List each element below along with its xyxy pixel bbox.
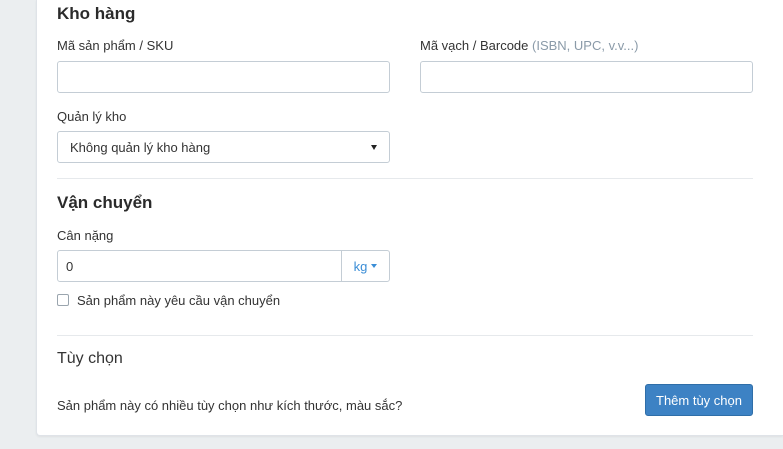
weight-input-group: kg bbox=[57, 250, 390, 282]
sku-label: Mã sản phẩm / SKU bbox=[57, 38, 174, 53]
barcode-label: Mã vạch / Barcode (ISBN, UPC, v.v...) bbox=[420, 38, 638, 53]
section-divider bbox=[57, 178, 753, 179]
weight-label: Cân nặng bbox=[57, 228, 114, 243]
requires-shipping-label[interactable]: Sản phẩm này yêu cầu vận chuyển bbox=[77, 293, 280, 308]
inventory-management-select[interactable]: Không quản lý kho hàng bbox=[57, 131, 390, 163]
product-form-panel: Kho hàng Mã sản phẩm / SKU Mã vạch / Bar… bbox=[36, 0, 783, 436]
requires-shipping-checkbox[interactable] bbox=[57, 294, 69, 306]
inventory-management-value: Không quản lý kho hàng bbox=[70, 139, 211, 155]
sku-input[interactable] bbox=[57, 61, 390, 93]
barcode-hint: (ISBN, UPC, v.v...) bbox=[532, 38, 639, 53]
barcode-label-text: Mã vạch / Barcode bbox=[420, 38, 529, 53]
options-section-title: Tùy chọn bbox=[57, 350, 123, 367]
options-question: Sản phẩm này có nhiều tùy chọn như kích … bbox=[57, 398, 403, 413]
caret-down-icon bbox=[371, 264, 378, 268]
weight-unit-dropdown[interactable]: kg bbox=[341, 251, 389, 281]
barcode-input[interactable] bbox=[420, 61, 753, 93]
weight-unit-label: kg bbox=[353, 258, 368, 274]
section-divider bbox=[57, 335, 753, 336]
shipping-section-title: Vận chuyển bbox=[57, 193, 153, 212]
inventory-management-label: Quản lý kho bbox=[57, 109, 127, 124]
inventory-section-title: Kho hàng bbox=[57, 4, 136, 23]
add-option-button[interactable]: Thêm tùy chọn bbox=[645, 384, 753, 416]
weight-input[interactable] bbox=[58, 251, 341, 281]
caret-down-icon bbox=[371, 144, 377, 150]
